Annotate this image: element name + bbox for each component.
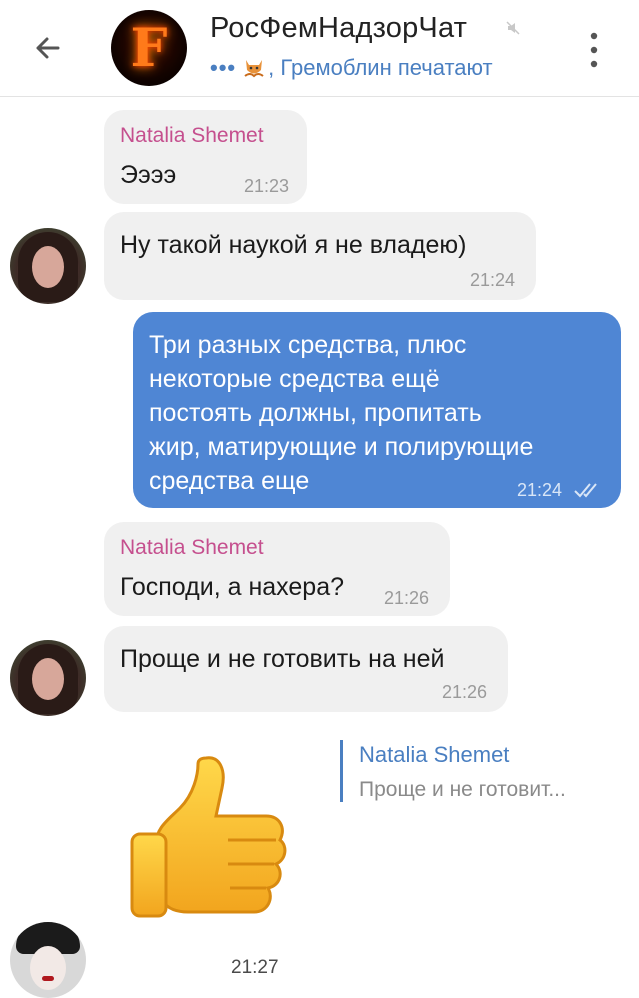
avatar[interactable] bbox=[10, 228, 86, 304]
more-options-icon[interactable] bbox=[584, 30, 604, 70]
thumbs-up-icon[interactable] bbox=[128, 752, 288, 922]
message-time: 21:23 bbox=[244, 176, 290, 196]
avatar-face bbox=[32, 658, 64, 700]
typing-dots: ••• bbox=[210, 55, 237, 80]
avatar[interactable] bbox=[10, 922, 86, 998]
avatar[interactable] bbox=[10, 640, 86, 716]
message-line: жир, матирующие и полирующие bbox=[149, 433, 534, 461]
reply-quote[interactable]: Natalia Shemet Проще и не готовит... bbox=[340, 740, 623, 802]
cat-emoji-icon bbox=[244, 60, 264, 78]
message-bubble[interactable]: Natalia Shemet Ээээ 21:23 bbox=[104, 110, 307, 204]
message-line: некоторые средства ещё bbox=[149, 365, 440, 393]
avatar-lips bbox=[42, 976, 54, 981]
message-text: Ээээ bbox=[120, 161, 177, 189]
reply-text: Проще и не готовит... bbox=[359, 778, 566, 801]
message-bubble[interactable]: Ну такой наукой я не владею) 21:24 bbox=[104, 212, 536, 300]
chat-title[interactable]: РосФемНадзорЧат bbox=[210, 12, 467, 45]
chat-header: F РосФемНадзорЧат ••• , Гремоблин печата… bbox=[0, 0, 639, 97]
message-time: 21:26 bbox=[384, 588, 430, 608]
muted-icon bbox=[506, 21, 520, 35]
back-arrow-icon[interactable] bbox=[28, 28, 68, 68]
message-text: Проще и не готовить на ней bbox=[120, 645, 445, 673]
message-time: 21:24 bbox=[470, 270, 516, 290]
avatar-face bbox=[32, 246, 64, 288]
message-line: постоять должны, пропитать bbox=[149, 399, 482, 427]
sender-name[interactable]: Natalia Shemet bbox=[120, 124, 264, 148]
sender-name[interactable]: Natalia Shemet bbox=[120, 536, 264, 560]
message-time: 21:26 bbox=[442, 682, 488, 702]
message-bubble[interactable]: Natalia Shemet Господи, а нахера? 21:26 bbox=[104, 522, 450, 616]
reply-sender-name: Natalia Shemet bbox=[359, 742, 510, 767]
message-text: Господи, а нахера? bbox=[120, 573, 344, 601]
message-line: средства еще bbox=[149, 467, 310, 495]
double-check-icon bbox=[574, 483, 597, 498]
message-bubble[interactable]: Проще и не готовить на ней 21:26 bbox=[104, 626, 508, 712]
typing-text: , Гремоблин печатают bbox=[268, 55, 493, 80]
message-time: 21:24 bbox=[517, 480, 563, 500]
message-text: Ну такой наукой я не владею) bbox=[120, 231, 467, 259]
message-line: Три разных средства, плюс bbox=[149, 331, 467, 359]
sticker-time: 21:27 bbox=[231, 957, 279, 978]
chat-avatar[interactable]: F bbox=[111, 10, 187, 86]
outgoing-message-bubble[interactable]: Три разных средства, плюс некоторые сред… bbox=[133, 312, 621, 508]
typing-indicator: ••• , Гремоблин печатают bbox=[210, 55, 493, 81]
avatar-letter: F bbox=[130, 18, 168, 79]
avatar-face bbox=[30, 946, 66, 990]
